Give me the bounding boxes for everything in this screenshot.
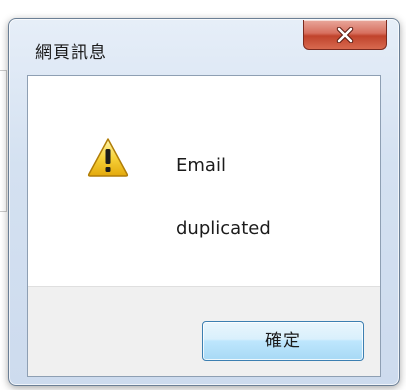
dialog-button-bar: 確定 (28, 286, 380, 376)
message-area: Email duplicated (28, 76, 380, 286)
close-x-icon (336, 26, 354, 43)
background-window-edge (0, 70, 7, 212)
message-text-line-2: duplicated (176, 218, 271, 239)
dialog-title: 網頁訊息 (35, 43, 107, 63)
close-button[interactable] (303, 20, 387, 50)
dialog-titlebar[interactable]: 網頁訊息 (9, 19, 399, 75)
message-dialog: 網頁訊息 Email duplicated 確定 (8, 18, 400, 386)
warning-icon (86, 136, 130, 178)
dialog-client-area: Email duplicated 確定 (27, 75, 381, 377)
ok-button[interactable]: 確定 (202, 321, 364, 361)
message-text-line-1: Email (176, 155, 226, 176)
